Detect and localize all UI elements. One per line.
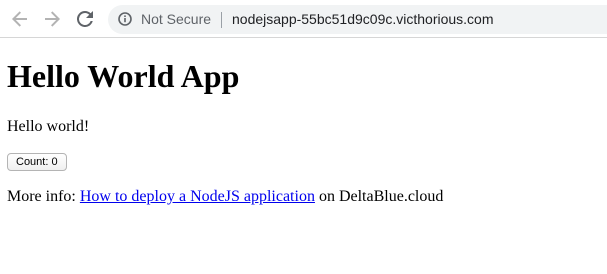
more-info-suffix: on DeltaBlue.cloud <box>318 188 444 205</box>
more-info-line: More info: How to deploy a NodeJS applic… <box>7 187 443 206</box>
browser-toolbar: Not Secure nodejsapp-55bc51d9c09c.victho… <box>0 0 607 38</box>
reload-button[interactable] <box>75 9 95 29</box>
omnibox-divider <box>221 12 222 28</box>
forward-button[interactable] <box>42 9 62 29</box>
more-info-prefix: More info: <box>7 188 76 205</box>
page-title: Hello World App <box>7 58 240 94</box>
reload-icon <box>77 11 93 27</box>
greeting-text: Hello world! <box>7 118 90 135</box>
url-text[interactable]: nodejsapp-55bc51d9c09c.victhorious.com <box>232 11 494 27</box>
security-label: Not Secure <box>141 11 212 27</box>
back-button[interactable] <box>10 9 30 29</box>
deploy-guide-link[interactable]: How to deploy a NodeJS application <box>80 188 315 205</box>
info-circle-icon[interactable] <box>118 12 132 26</box>
address-bar[interactable]: Not Secure nodejsapp-55bc51d9c09c.victho… <box>108 5 607 34</box>
count-button[interactable]: Count: 0 <box>7 153 67 171</box>
arrow-right-icon <box>45 11 60 27</box>
arrow-left-icon <box>12 11 27 27</box>
